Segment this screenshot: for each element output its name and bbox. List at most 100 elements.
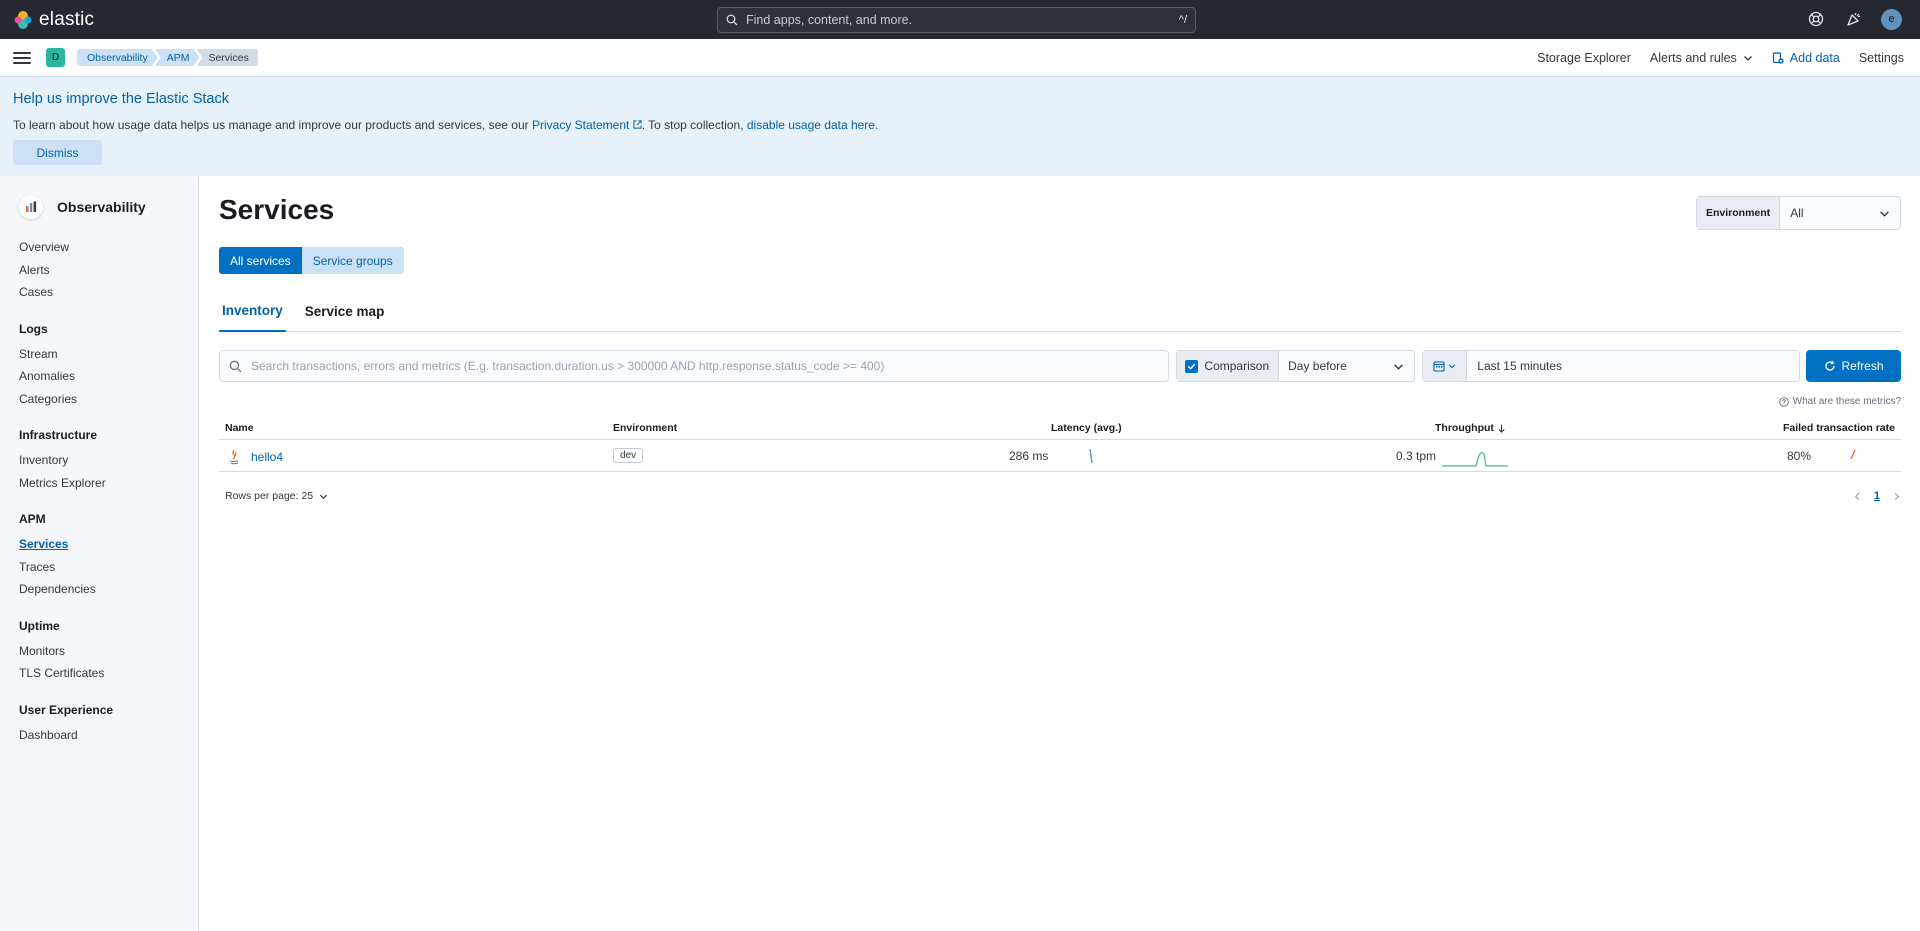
chevron-down-icon xyxy=(1743,56,1752,61)
space-avatar[interactable]: D xyxy=(46,48,65,67)
observability-sidebar: Observability Overview Alerts Cases Logs… xyxy=(0,176,199,931)
sidebar-item-overview[interactable]: Overview xyxy=(19,236,198,259)
service-link-hello4[interactable]: hello4 xyxy=(226,448,283,465)
sidebar-item-tls-certificates[interactable]: TLS Certificates xyxy=(19,662,198,685)
callout-text: To learn about how usage data helps us m… xyxy=(13,118,1907,132)
column-failed-rate-header[interactable]: Failed transaction rate xyxy=(1783,422,1895,434)
page-title: Services xyxy=(219,194,335,225)
throughput-sparkline xyxy=(1442,451,1508,467)
check-icon xyxy=(1188,363,1196,370)
brand-name: elastic xyxy=(39,8,95,30)
global-search-input[interactable] xyxy=(746,13,1179,27)
sidebar-item-anomalies[interactable]: Anomalies xyxy=(19,365,198,388)
environment-select[interactable]: Environment All xyxy=(1696,196,1901,230)
user-avatar[interactable]: e xyxy=(1881,8,1902,30)
chevron-down-icon xyxy=(1880,210,1889,217)
settings-link[interactable]: Settings xyxy=(1859,51,1904,65)
all-services-button[interactable]: All services xyxy=(219,247,302,274)
kql-search-bar[interactable] xyxy=(219,350,1170,382)
table-header: Name Environment Latency (avg.) Throughp… xyxy=(219,415,1901,440)
breadcrumb-apm[interactable]: APM xyxy=(155,49,200,66)
rows-per-page-label: Rows per page: 25 xyxy=(225,490,314,502)
next-page-icon[interactable] xyxy=(1892,492,1901,501)
sidebar-item-traces[interactable]: Traces xyxy=(19,556,198,579)
alerts-and-rules-menu[interactable]: Alerts and rules xyxy=(1650,51,1753,65)
sidebar-item-stream[interactable]: Stream xyxy=(19,343,198,366)
service-groups-button[interactable]: Service groups xyxy=(301,247,404,274)
column-environment-header[interactable]: Environment xyxy=(613,422,677,434)
tab-inventory[interactable]: Inventory xyxy=(219,291,286,332)
search-icon xyxy=(229,360,242,372)
comparison-checkbox[interactable] xyxy=(1185,359,1199,373)
previous-page-icon[interactable] xyxy=(1853,492,1862,501)
sidebar-item-categories[interactable]: Categories xyxy=(19,388,198,411)
callout-text-middle: . To stop collection, xyxy=(641,118,747,132)
callout-text-before: To learn about how usage data helps us m… xyxy=(13,118,532,132)
elastic-logo[interactable]: elastic xyxy=(13,9,94,31)
sidebar-item-dependencies[interactable]: Dependencies xyxy=(19,578,198,601)
java-icon xyxy=(229,449,239,465)
global-header: elastic ^/ e xyxy=(0,0,1920,39)
comparison-select[interactable]: Day before xyxy=(1279,359,1393,373)
failed-rate-value: 80% xyxy=(1787,449,1812,463)
menu-icon[interactable] xyxy=(13,50,31,66)
environment-label: Environment xyxy=(1697,197,1781,229)
elastic-logo-icon xyxy=(14,10,32,29)
service-name: hello4 xyxy=(251,449,284,464)
comparison-label: Comparison xyxy=(1204,359,1270,373)
sidebar-item-dashboard[interactable]: Dashboard xyxy=(19,724,198,747)
telemetry-callout: Help us improve the Elastic Stack To lea… xyxy=(0,77,1920,176)
kql-search-input[interactable] xyxy=(251,359,1169,373)
failed-rate-sparkline xyxy=(1850,449,1856,460)
dismiss-button[interactable]: Dismiss xyxy=(13,140,102,165)
calendar-icon xyxy=(1433,361,1445,372)
tab-service-map[interactable]: Service map xyxy=(302,291,388,331)
external-link-icon xyxy=(633,120,642,129)
disable-usage-data-link[interactable]: disable usage data here. xyxy=(747,118,878,132)
sidebar-item-cases[interactable]: Cases xyxy=(19,281,198,304)
column-throughput-header[interactable]: Throughput xyxy=(1435,422,1506,434)
storage-explorer-link[interactable]: Storage Explorer xyxy=(1537,51,1631,65)
sidebar-item-alerts[interactable]: Alerts xyxy=(19,259,198,282)
sidebar-item-services[interactable]: Services xyxy=(19,533,198,556)
chevron-down-icon xyxy=(1394,363,1404,370)
privacy-statement-link[interactable]: Privacy Statement xyxy=(532,118,642,132)
chevron-down-icon xyxy=(1449,364,1456,369)
sidebar-item-monitors[interactable]: Monitors xyxy=(19,640,198,663)
add-data-link[interactable]: Add data xyxy=(1772,51,1840,65)
column-name-header[interactable]: Name xyxy=(225,422,254,434)
environment-value: All xyxy=(1790,206,1804,220)
table-pagination: Rows per page: 25 1 xyxy=(219,490,1901,502)
refresh-button[interactable]: Refresh xyxy=(1806,350,1901,382)
callout-title: Help us improve the Elastic Stack xyxy=(13,91,229,107)
global-search[interactable]: ^/ xyxy=(717,7,1196,33)
sidebar-item-inventory[interactable]: Inventory xyxy=(19,449,198,472)
newsfeed-icon[interactable] xyxy=(1843,8,1865,30)
service-view-toggle: All services Service groups xyxy=(219,247,404,274)
breadcrumb-observability[interactable]: Observability xyxy=(77,49,158,66)
metrics-help-link[interactable]: What are these metrics? xyxy=(1778,396,1901,407)
filter-bar: Comparison Day before Last 15 minutes Re… xyxy=(219,350,1901,382)
question-icon xyxy=(1778,396,1789,407)
quick-select-button[interactable] xyxy=(1423,351,1468,381)
sidebar-group-infrastructure: Infrastructure xyxy=(19,428,98,442)
column-throughput-label: Throughput xyxy=(1435,422,1494,434)
comparison-control: Comparison Day before xyxy=(1176,350,1416,382)
sidebar-item-metrics-explorer[interactable]: Metrics Explorer xyxy=(19,472,198,495)
page-number-button[interactable]: 1 xyxy=(1874,490,1880,502)
date-range-value[interactable]: Last 15 minutes xyxy=(1467,359,1562,373)
alerts-and-rules-label: Alerts and rules xyxy=(1649,51,1737,65)
help-icon[interactable] xyxy=(1805,8,1827,30)
refresh-icon xyxy=(1824,360,1835,371)
sidebar-title: Observability xyxy=(57,199,146,215)
refresh-label: Refresh xyxy=(1841,359,1884,373)
column-latency-header[interactable]: Latency (avg.) xyxy=(1051,422,1122,434)
services-tabs: Inventory Service map xyxy=(219,291,1901,332)
rows-per-page-select[interactable]: Rows per page: 25 xyxy=(219,490,328,502)
comparison-toggle[interactable]: Comparison xyxy=(1177,351,1280,381)
breadcrumb: Observability APM Services xyxy=(77,49,258,66)
sidebar-group-user-experience: User Experience xyxy=(19,702,114,717)
metrics-help-label: What are these metrics? xyxy=(1792,396,1901,407)
table-row: hello4 dev 286 ms 0.3 tpm 80% xyxy=(219,440,1901,472)
sort-descending-icon xyxy=(1498,424,1505,433)
